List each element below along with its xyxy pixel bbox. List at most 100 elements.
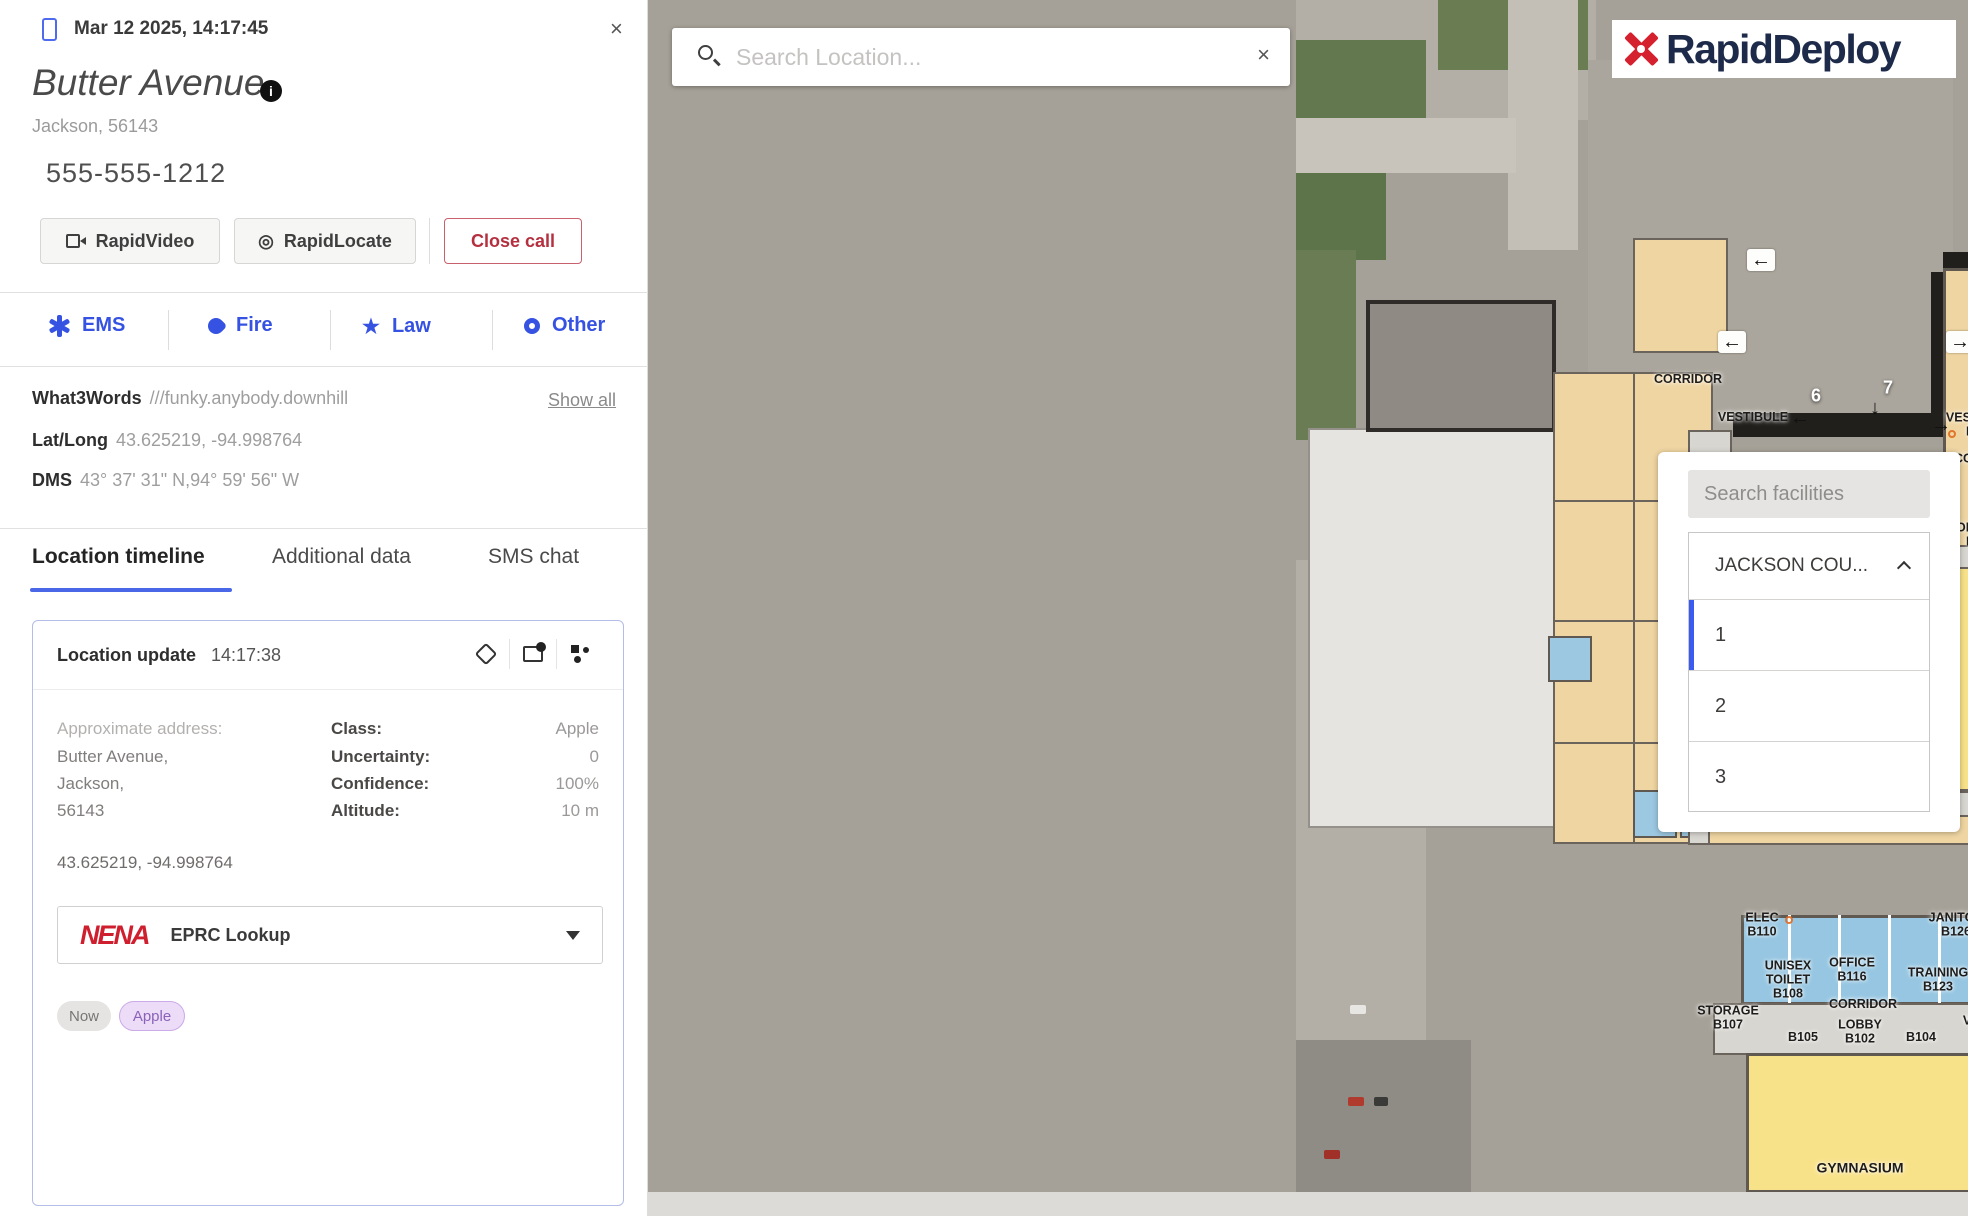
close-call-button[interactable]: Close call (444, 218, 582, 264)
tab-law[interactable]: ★ Law (362, 314, 431, 339)
dms-value: 43° 37' 31" N,94° 59' 56" W (80, 470, 299, 490)
service-tabs: EMS Fire ★ Law Other (0, 300, 648, 360)
latlong-value: 43.625219, -94.998764 (116, 430, 302, 450)
what3words-value: ///funky.anybody.downhill (150, 388, 348, 408)
location-update-title: Location update (57, 645, 196, 666)
floor-item-3[interactable]: 3 (1689, 741, 1929, 812)
info-icon[interactable]: i (260, 80, 282, 102)
wall (1633, 372, 1635, 844)
location-pin-icon: ◎ (258, 231, 274, 252)
class-value: Apple (556, 719, 599, 739)
wall (1838, 915, 1841, 1005)
call-timestamp: Mar 12 2025, 14:17:45 (74, 18, 268, 40)
latlong-row: Lat/Long 43.625219, -94.998764 (32, 430, 302, 451)
arrow-icon: ← (1790, 408, 1810, 428)
rapiddeploy-x-icon (1620, 29, 1660, 69)
circle-icon (524, 318, 540, 334)
floorplan-room-gymnasium (1746, 1053, 1968, 1193)
address-line: Butter Avenue, (57, 747, 168, 767)
rapiddeploy-logo: RapidDeploy (1612, 20, 1956, 78)
bottom-strip (648, 1192, 1968, 1216)
rapid-video-button[interactable]: RapidVideo (40, 218, 220, 264)
eprc-lookup-dropdown[interactable]: NENA EPRC Lookup (57, 906, 603, 964)
floorplan-wing-b (1741, 915, 1968, 1005)
active-tab-underline (30, 588, 232, 592)
show-all-link[interactable]: Show all (548, 390, 616, 411)
caller-name: Butter Avenue (32, 62, 264, 104)
divider (0, 528, 648, 529)
mobile-phone-icon (42, 18, 57, 41)
uncertainty-value: 0 (590, 747, 599, 767)
tab-fire[interactable]: Fire (208, 314, 273, 337)
star-icon: ★ (362, 314, 380, 339)
altitude-value: 10 m (561, 801, 599, 821)
tab-sms-chat[interactable]: SMS chat (488, 545, 579, 569)
law-label: Law (392, 315, 431, 338)
call-details-panel: × Mar 12 2025, 14:17:45 Butter Avenue i … (0, 0, 648, 1216)
class-label: Class: (331, 719, 382, 739)
star-of-life-icon (48, 315, 70, 337)
divider (0, 292, 648, 293)
badge-apple[interactable]: Apple (119, 1001, 185, 1031)
latlong-label: Lat/Long (32, 430, 108, 450)
tab-separator (168, 310, 169, 350)
arrow-icon: → (1931, 415, 1951, 435)
tab-separator (492, 310, 493, 350)
tab-separator (330, 310, 331, 350)
dms-label: DMS (32, 470, 72, 490)
tab-additional-data[interactable]: Additional data (272, 545, 411, 569)
address-label: Approximate address: (57, 719, 222, 739)
directions-icon[interactable] (463, 646, 509, 662)
facilities-search-input[interactable] (1688, 470, 1930, 518)
chevron-up-icon (1897, 561, 1911, 575)
badge-now[interactable]: Now (57, 1001, 111, 1031)
map-badge-icon[interactable] (510, 646, 556, 662)
caller-phone-number: 555-555-1212 (46, 158, 226, 189)
search-icon (698, 45, 713, 60)
tab-ems[interactable]: EMS (48, 314, 125, 337)
rapid-locate-button[interactable]: ◎ RapidLocate (234, 218, 416, 264)
caller-city-zip: Jackson, 56143 (32, 116, 158, 137)
eprc-label: EPRC Lookup (171, 925, 291, 946)
tab-location-timeline[interactable]: Location timeline (32, 545, 205, 569)
what3words-row: What3Words ///funky.anybody.downhill (32, 388, 348, 409)
floor-item-1[interactable]: 1 (1689, 599, 1929, 670)
building-roof (1366, 300, 1556, 432)
wall (1788, 915, 1791, 1005)
wall (1888, 915, 1891, 1005)
fire-label: Fire (236, 314, 273, 337)
close-panel-icon[interactable]: × (610, 16, 623, 42)
car (1350, 1005, 1366, 1014)
map-search-input[interactable] (736, 28, 1226, 86)
facility-name: JACKSON COU... (1715, 555, 1868, 576)
rapid-locate-label: RapidLocate (284, 231, 392, 252)
facility-dropdown[interactable]: JACKSON COU... (1689, 533, 1929, 599)
caret-down-icon (566, 931, 580, 940)
address-line: 56143 (57, 801, 104, 821)
nena-logo: NENA (80, 920, 149, 951)
floor-item-2[interactable]: 2 (1689, 670, 1929, 741)
card-divider (33, 689, 623, 690)
rapiddeploy-wordmark: RapidDeploy (1666, 26, 1900, 73)
ems-label: EMS (82, 314, 125, 337)
altitude-label: Altitude: (331, 801, 400, 821)
road (1296, 118, 1516, 173)
update-coordinates: 43.625219, -94.998764 (57, 853, 233, 873)
tab-other[interactable]: Other (524, 314, 605, 337)
wall (1733, 413, 1945, 437)
close-call-label: Close call (471, 231, 555, 252)
map-number-marker: 7 (1883, 378, 1893, 399)
floorplan-room (1548, 636, 1592, 682)
confidence-value: 100% (556, 774, 599, 794)
what3words-label: What3Words (32, 388, 142, 408)
car (1374, 1097, 1388, 1106)
confidence-label: Confidence: (331, 774, 429, 794)
parking-lot (1296, 1040, 1471, 1216)
floorplan-room (1633, 238, 1728, 353)
arrow-icon: ← (1747, 249, 1775, 271)
rapid-video-label: RapidVideo (96, 231, 195, 252)
search-clear-icon[interactable]: × (1257, 42, 1270, 68)
map-search-bar: × (672, 28, 1290, 86)
dms-row: DMS 43° 37' 31" N,94° 59' 56" W (32, 470, 299, 491)
route-icon[interactable] (557, 645, 603, 663)
